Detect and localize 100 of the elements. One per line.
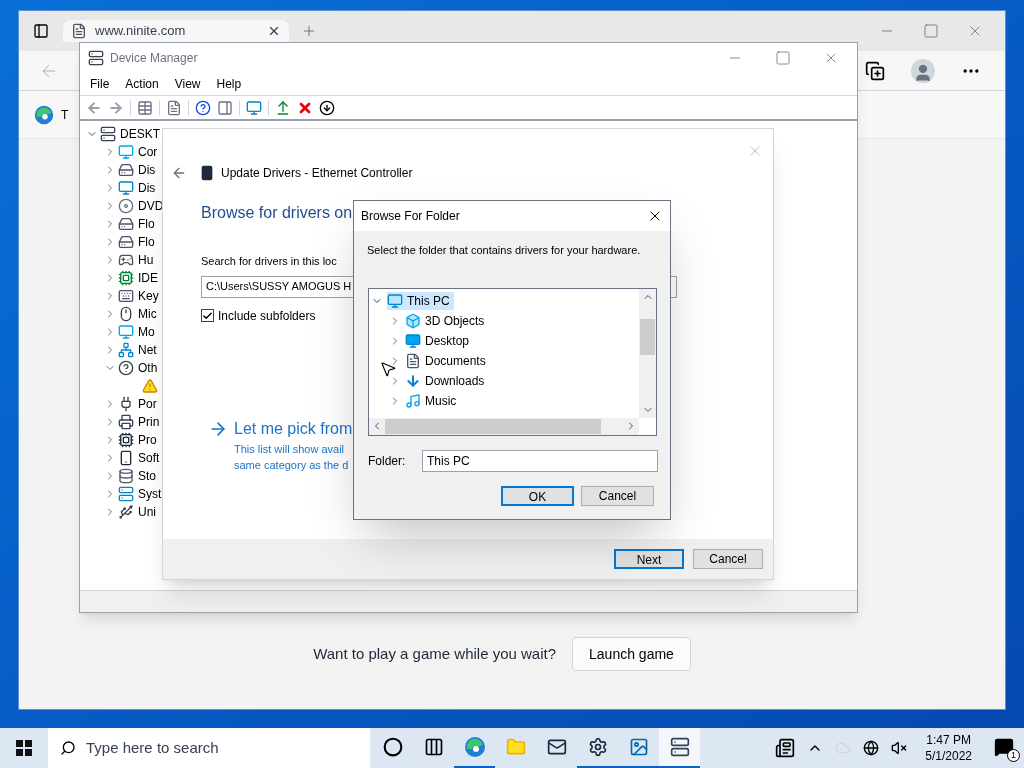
monitor-icon (118, 324, 134, 340)
tree-item[interactable]: Soft (138, 449, 160, 467)
folder-field[interactable]: This PC (422, 449, 658, 472)
device-icon (118, 450, 134, 466)
download-icon (405, 372, 421, 389)
bookmark-label[interactable]: T (61, 105, 69, 124)
cube-icon (405, 312, 421, 329)
computer-icon (669, 737, 690, 757)
description-text: This list will show avail (234, 441, 345, 457)
tree-item[interactable]: Net (138, 341, 157, 359)
back-icon[interactable] (171, 165, 187, 181)
drive-icon (118, 216, 134, 232)
warning-icon[interactable] (142, 378, 158, 394)
collections-icon[interactable] (865, 60, 885, 81)
monitor-icon (118, 180, 134, 196)
dialog-button[interactable]: Cancel (581, 485, 654, 506)
dialog-button[interactable]: Next (614, 549, 684, 569)
forward-icon[interactable] (108, 99, 124, 116)
image-icon (628, 737, 649, 757)
dialog-title: Browse For Folder (361, 208, 461, 225)
tree-item[interactable]: Cor (138, 143, 158, 161)
maximize-icon[interactable] (923, 23, 939, 39)
question-icon (118, 360, 134, 376)
table-icon[interactable] (137, 99, 153, 116)
maximize-icon[interactable] (775, 50, 791, 66)
tree-item[interactable]: Dis (138, 161, 156, 179)
circle-icon (382, 737, 403, 757)
tree-item[interactable]: Uni (138, 503, 156, 521)
tree-item[interactable]: This PC (387, 291, 454, 310)
tree-item[interactable]: Desktop (405, 331, 474, 350)
dialog-button[interactable]: Cancel (693, 549, 763, 569)
settings-icon (587, 737, 608, 757)
checkbox-label[interactable]: Include subfolders (218, 306, 316, 325)
prompt-text: Want to play a game while you wait? (313, 643, 557, 664)
menu-item[interactable]: File (82, 75, 118, 93)
mouse-pointer-icon (379, 360, 397, 378)
download-icon[interactable] (319, 99, 335, 116)
checkbox[interactable] (201, 309, 214, 322)
search-field[interactable]: Type here to search (48, 728, 370, 768)
monitor-icon (405, 332, 421, 349)
usb-icon (118, 504, 134, 520)
browser-tab[interactable]: www.ninite.com (63, 20, 289, 42)
speaker-muted-icon[interactable] (891, 740, 908, 756)
page-icon (71, 23, 87, 39)
globe-icon[interactable] (863, 740, 880, 756)
launch-game-button[interactable]: Launch game (572, 637, 691, 671)
sidebar-icon[interactable] (33, 23, 49, 39)
tree-item[interactable]: Downloads (405, 371, 489, 390)
tree-item[interactable]: Documents (405, 351, 490, 370)
pick-driver-link[interactable]: Let me pick from (234, 416, 353, 441)
close-icon[interactable] (267, 24, 281, 38)
tree-item[interactable]: Mo (138, 323, 155, 341)
tree-item[interactable]: Dis (138, 179, 156, 197)
tree-item[interactable]: Key (138, 287, 159, 305)
vertical-scrollbar[interactable] (639, 288, 656, 418)
menu-item[interactable]: Action (117, 75, 167, 93)
document-icon[interactable] (166, 99, 182, 116)
tree-item[interactable]: Sto (138, 467, 156, 485)
computer-icon (118, 486, 134, 502)
logo-icon[interactable] (462, 735, 487, 759)
plug-icon (118, 396, 134, 412)
tree-item[interactable]: Por (138, 395, 157, 413)
folder-icon (505, 737, 526, 757)
tree-item[interactable]: Flo (138, 215, 155, 233)
notification-icon[interactable] (994, 737, 1014, 757)
tree-item[interactable]: Oth (138, 359, 158, 377)
taskbar-app[interactable] (659, 728, 700, 768)
network-icon (118, 342, 134, 358)
tree-item[interactable]: DESKT (120, 125, 160, 143)
tree-item[interactable]: Flo (138, 233, 155, 251)
tree-item[interactable]: 3D Objects (405, 311, 489, 330)
tree-item[interactable]: DVD (138, 197, 164, 215)
upload-icon[interactable] (275, 99, 291, 116)
tree-item[interactable]: IDE (138, 269, 158, 287)
help-icon[interactable] (195, 99, 211, 116)
tree-item[interactable]: Music (405, 391, 461, 410)
panel-icon[interactable] (217, 99, 233, 116)
avatar[interactable] (911, 58, 935, 83)
logo-icon[interactable] (33, 103, 55, 126)
menu-item[interactable]: Help (208, 75, 250, 93)
clock-time[interactable]: 1:47 PM (926, 732, 971, 748)
monitor-icon[interactable] (246, 99, 262, 116)
heading: Browse for drivers on (201, 203, 353, 223)
new-tab-icon[interactable] (301, 23, 317, 39)
tree-item[interactable]: Pro (138, 431, 157, 449)
clock-date[interactable]: 5/1/2022 (925, 748, 972, 764)
horizontal-scrollbar[interactable] (369, 417, 639, 435)
mouse-icon (118, 306, 134, 322)
tree-item[interactable]: Hu (138, 251, 154, 269)
search-icon (60, 740, 76, 756)
tree-item[interactable]: Prin (138, 413, 160, 431)
dialog-title: Update Drivers - Ethernet Controller (221, 165, 413, 182)
back-icon[interactable] (86, 99, 102, 116)
dialog-button[interactable]: OK (501, 485, 574, 506)
tree-item[interactable]: Syst (138, 485, 162, 503)
menu-item[interactable]: View (166, 75, 209, 93)
newspaper-icon[interactable] (775, 738, 796, 758)
tree-item[interactable]: Mic (138, 305, 157, 323)
windows-logo-icon[interactable] (16, 740, 32, 756)
folder-label: Folder: (368, 452, 407, 470)
